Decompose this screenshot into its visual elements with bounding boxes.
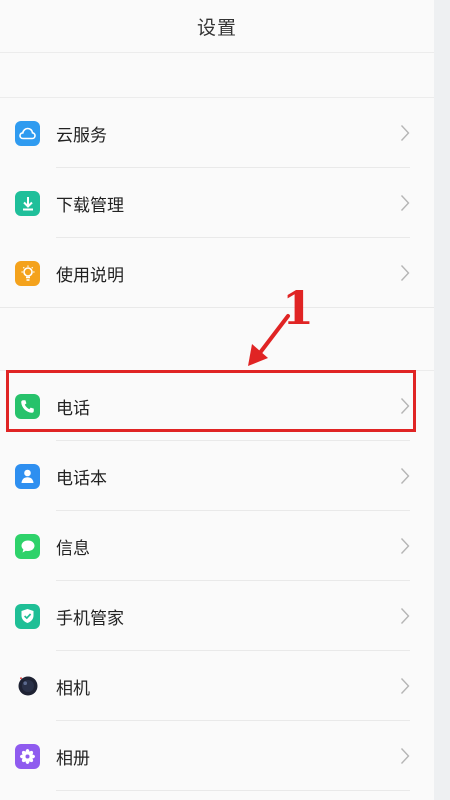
chevron-right-icon (400, 748, 410, 764)
settings-item-phone[interactable]: 电话 (0, 371, 434, 441)
chevron-right-icon (400, 398, 410, 414)
settings-item-cloud[interactable]: 云服务 (0, 98, 434, 168)
edge-strip (434, 0, 450, 800)
settings-item-label: 使用说明 (56, 265, 124, 286)
chevron-right-icon (400, 265, 410, 281)
camera-icon (15, 674, 40, 699)
settings-item-camera[interactable]: 相机 (0, 651, 434, 721)
settings-item-label: 相机 (56, 678, 90, 699)
settings-item-label: 下载管理 (56, 195, 124, 216)
settings-item-album[interactable]: 相册 (0, 721, 434, 791)
settings-item-label: 手机管家 (56, 608, 124, 629)
settings-item-label: 电话 (56, 398, 90, 419)
title-bar: 设置 (0, 0, 434, 53)
chevron-right-icon (400, 678, 410, 694)
settings-item-guide[interactable]: 使用说明 (0, 238, 434, 308)
settings-item-label: 相册 (56, 748, 90, 769)
contacts-icon (15, 463, 40, 489)
settings-item-download[interactable]: 下载管理 (0, 168, 434, 238)
chevron-right-icon (400, 538, 410, 554)
page-title: 设置 (196, 16, 237, 39)
download-icon (15, 190, 40, 216)
lightbulb-icon (15, 260, 40, 286)
chevron-right-icon (400, 195, 410, 211)
settings-item-contacts[interactable]: 电话本 (0, 441, 434, 511)
settings-item-label: 云服务 (56, 125, 107, 146)
chevron-right-icon (400, 125, 410, 141)
message-icon (15, 533, 40, 559)
arrow-icon (248, 314, 290, 366)
settings-item-messages[interactable]: 信息 (0, 511, 434, 581)
settings-item-label: 电话本 (56, 468, 107, 489)
settings-item-phone-manager[interactable]: 手机管家 (0, 581, 434, 651)
chevron-right-icon (400, 608, 410, 624)
chevron-right-icon (400, 468, 410, 484)
cloud-icon (15, 120, 40, 146)
section-gap (0, 53, 434, 98)
phone-icon (15, 393, 40, 419)
shield-icon (15, 603, 40, 629)
settings-item-label: 信息 (56, 538, 90, 559)
section-gap (0, 308, 434, 371)
settings-screen: 设置 云服务 下载管理 使用说明 电话 电话本 信息 手机管家 相机 相册 1 (0, 0, 434, 800)
flower-icon (15, 743, 40, 769)
